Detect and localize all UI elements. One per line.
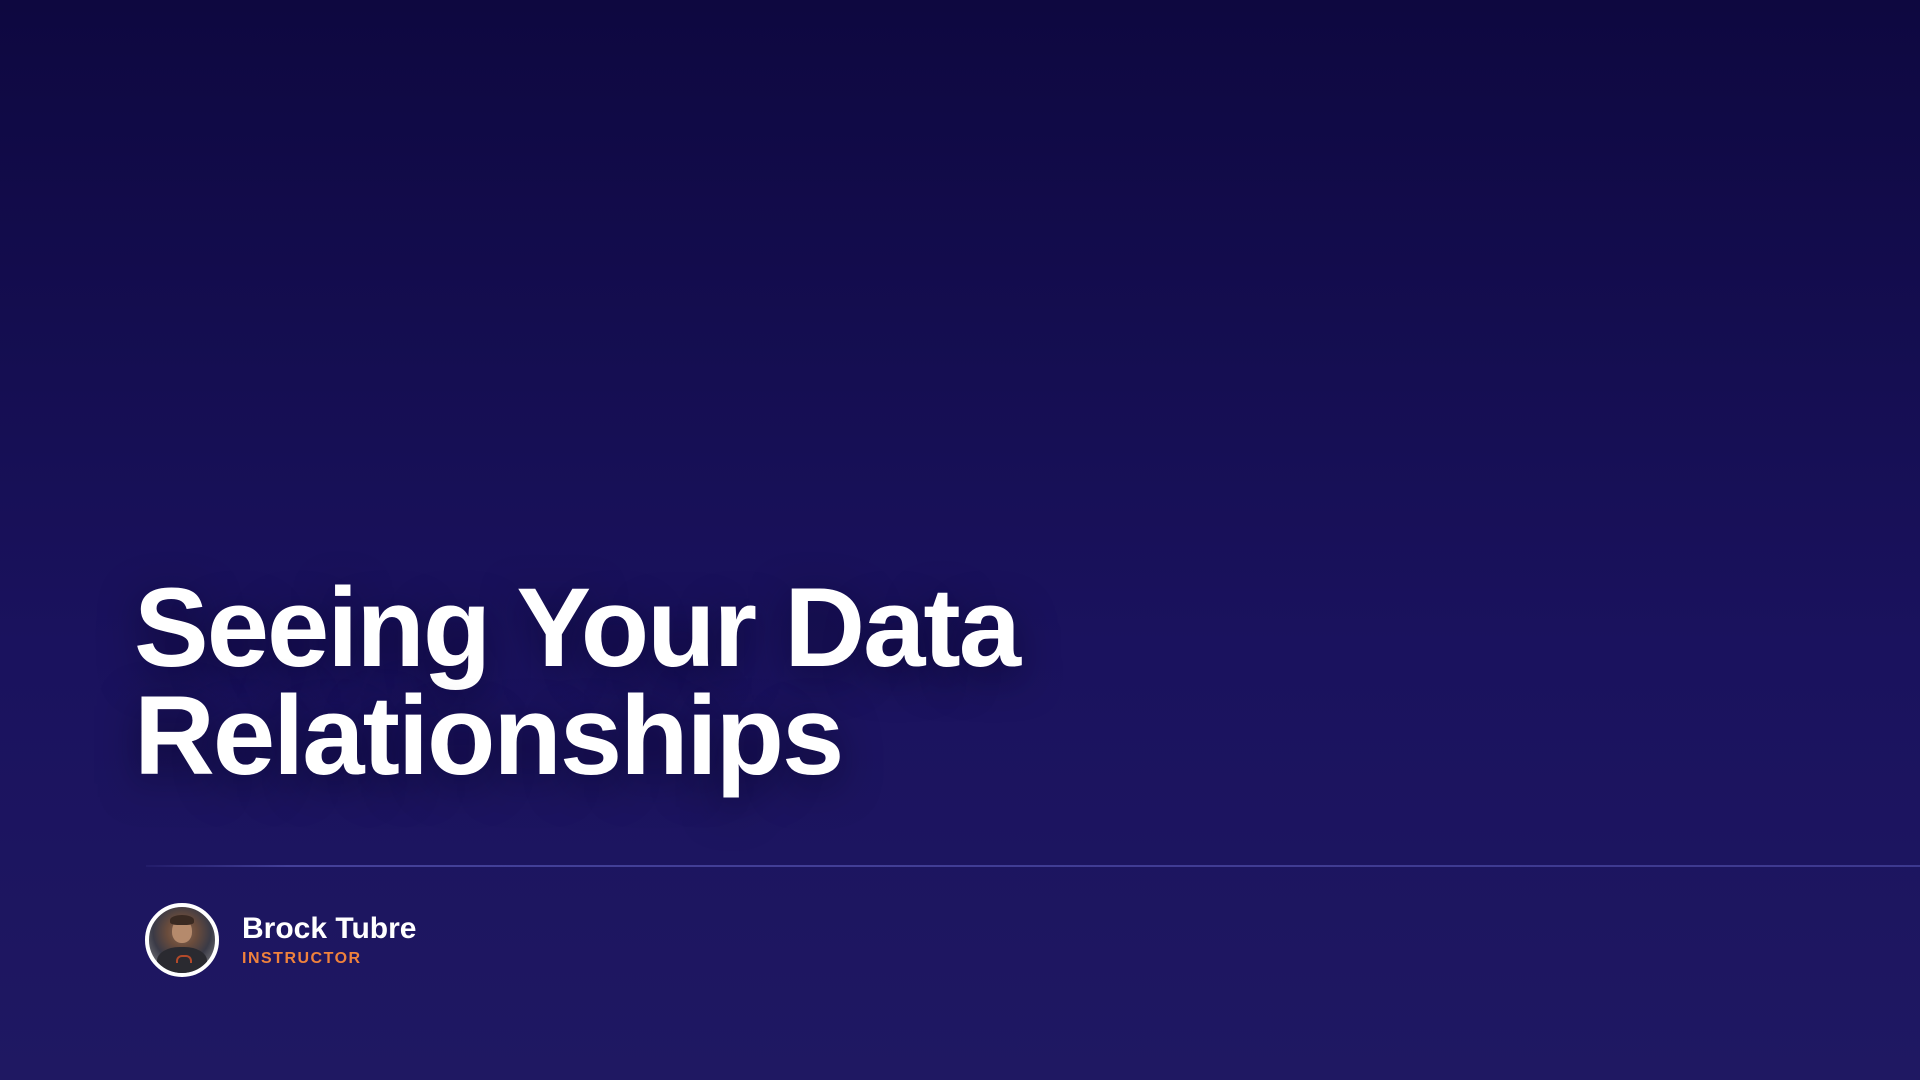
slide-title-line-1: Seeing Your Data — [134, 565, 1021, 690]
divider-line — [146, 865, 1920, 867]
avatar — [145, 903, 219, 977]
instructor-role: INSTRUCTOR — [242, 950, 362, 967]
slide-title-line-2: Relationships — [134, 673, 844, 798]
instructor-name: Brock Tubre — [242, 912, 417, 945]
avatar-shirt-logo — [176, 955, 192, 963]
instructor-card: Brock Tubre INSTRUCTOR — [145, 903, 416, 977]
instructor-meta: Brock Tubre INSTRUCTOR — [242, 912, 416, 968]
avatar-hair — [170, 915, 194, 925]
slide-title: Seeing Your Data Relationships — [134, 565, 1134, 798]
